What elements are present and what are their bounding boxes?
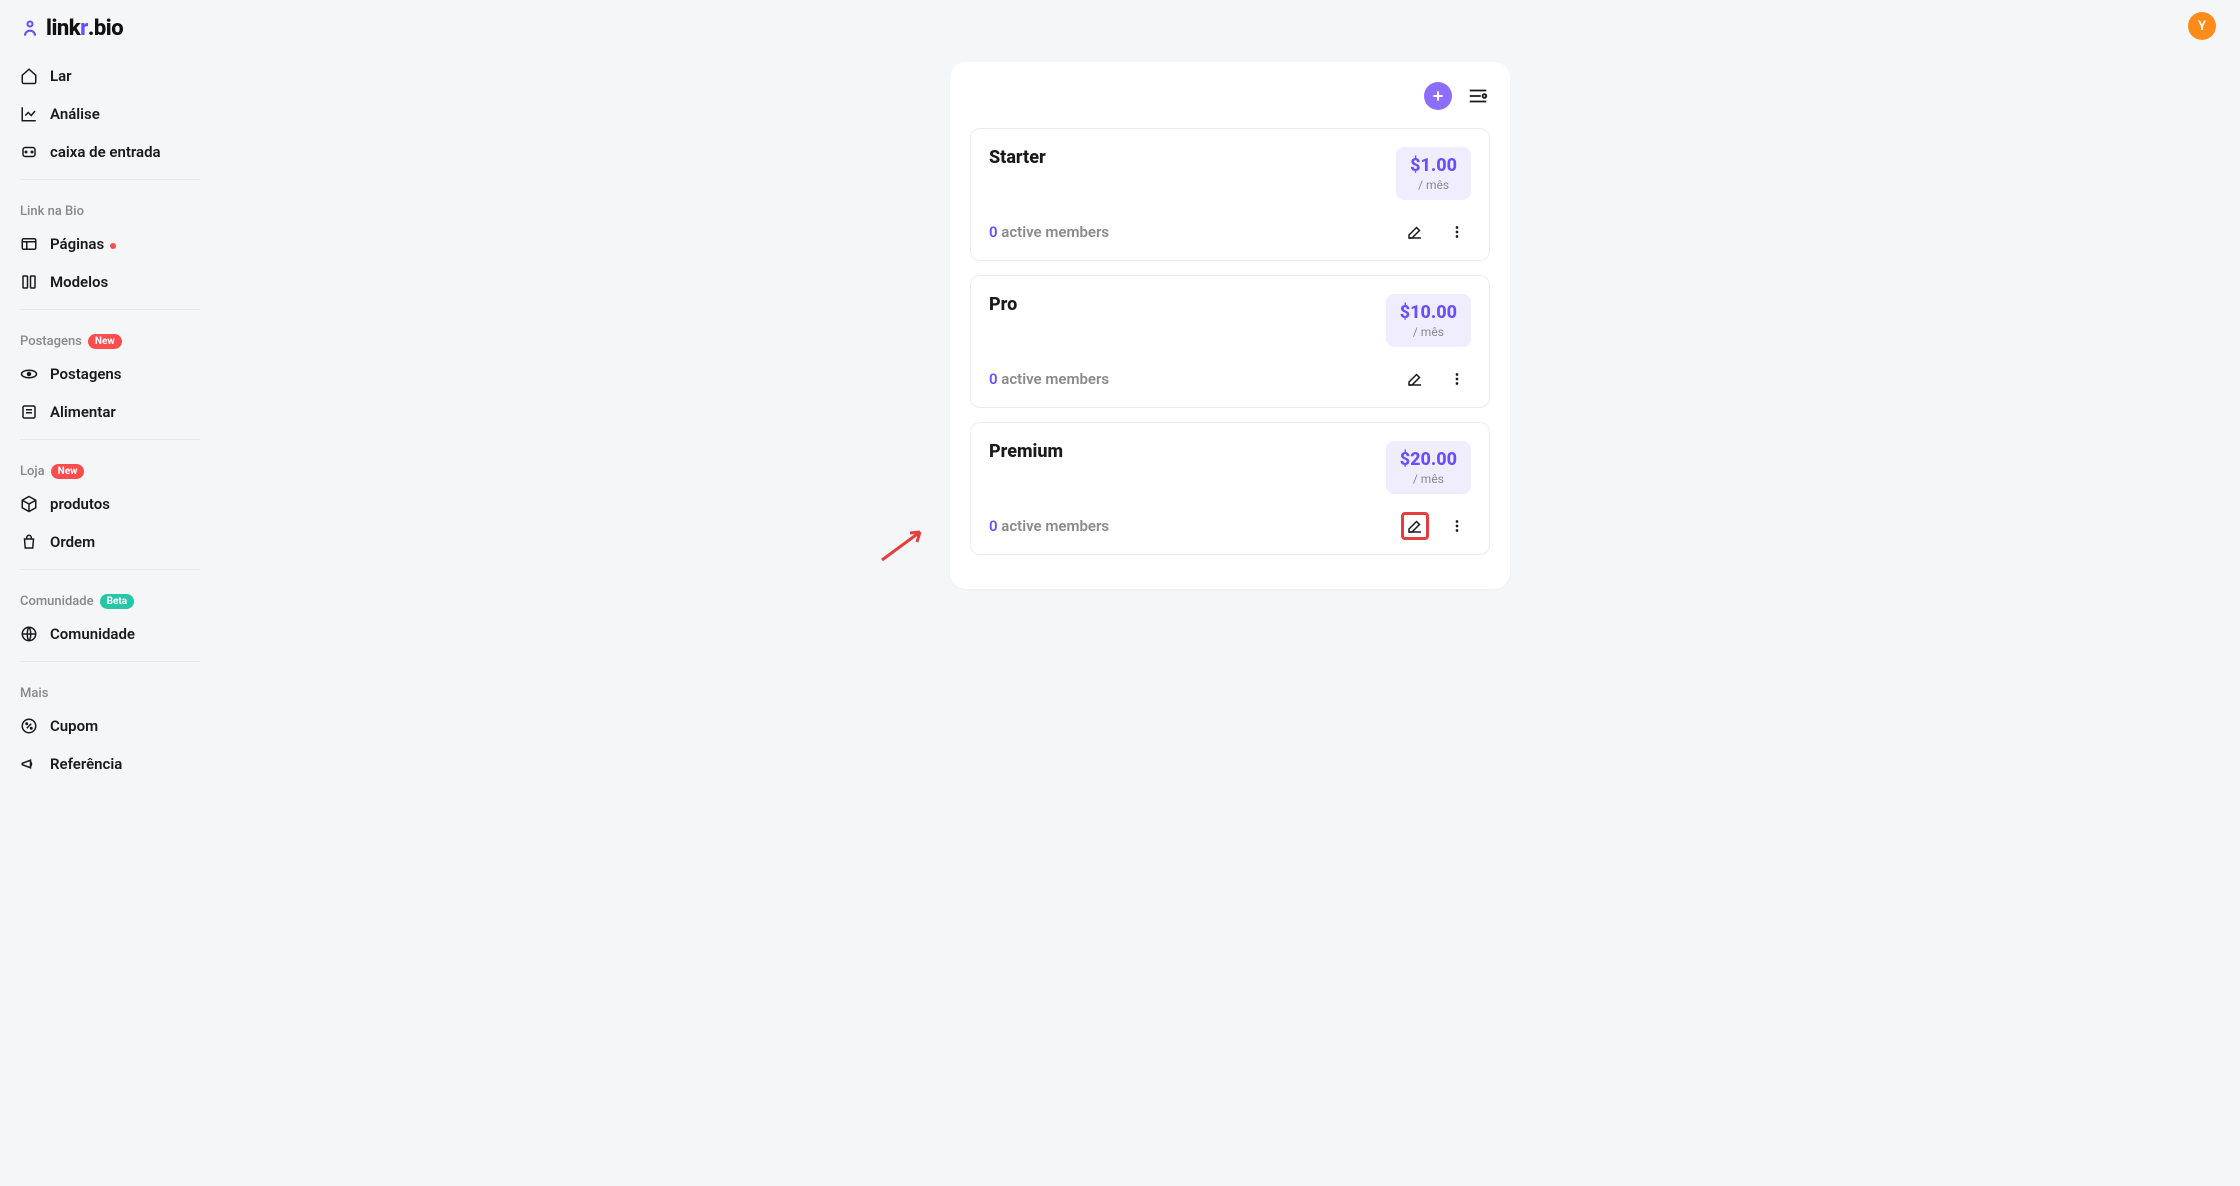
section-title: Mais	[20, 686, 48, 701]
nav-item-label: Comunidade	[50, 625, 200, 643]
members-count: 0 active members	[989, 517, 1109, 535]
page-icon	[20, 235, 38, 253]
content-area: Starter $1.00 / mês 0 active members Pro…	[220, 52, 2240, 1186]
tier-more-button[interactable]	[1443, 218, 1471, 246]
tier-period: / mês	[1410, 178, 1457, 192]
card-header	[970, 82, 1490, 110]
edit-tier-button[interactable]	[1401, 218, 1429, 246]
price-box: $10.00 / mês	[1386, 294, 1471, 347]
tier-period: / mês	[1400, 325, 1457, 339]
nav-item-label: Ordem	[50, 533, 200, 551]
nav-item-home[interactable]: Lar	[0, 57, 220, 95]
inbox-icon	[20, 143, 38, 161]
top-header: Y	[220, 0, 2240, 52]
chart-icon	[20, 105, 38, 123]
tier-price: $1.00	[1410, 155, 1457, 176]
tier-more-button[interactable]	[1443, 365, 1471, 393]
nav-item-label: Referência	[50, 755, 200, 773]
tier-row: Pro $10.00 / mês 0 active members	[970, 275, 1490, 408]
globe-icon	[20, 625, 38, 643]
price-box: $1.00 / mês	[1396, 147, 1471, 200]
section-header: Mais	[0, 670, 220, 707]
logo[interactable]: linkr.bio	[0, 16, 220, 57]
nav-item-bag[interactable]: Ordem	[0, 523, 220, 561]
nav-item-coupon[interactable]: Cupom	[0, 707, 220, 745]
tier-row: Premium $20.00 / mês 0 active members	[970, 422, 1490, 555]
nav-item-label: Alimentar	[50, 403, 200, 421]
tier-price: $20.00	[1400, 449, 1457, 470]
sidebar: linkr.bio Lar Análise caixa de entrada Link…	[0, 0, 220, 1186]
members-count: 0 active members	[989, 370, 1109, 388]
tiers-card: Starter $1.00 / mês 0 active members Pro…	[950, 62, 1510, 589]
section-title: Loja	[20, 464, 45, 479]
nav-item-page[interactable]: Páginas	[0, 225, 220, 263]
section-header: Link na Bio	[0, 188, 220, 225]
nav-item-label: Lar	[50, 67, 200, 85]
nav-item-feed[interactable]: Alimentar	[0, 393, 220, 431]
main-area: Y Starter $1.00 / mês 0 activ	[220, 0, 2240, 1186]
orbit-icon	[20, 365, 38, 383]
template-icon	[20, 273, 38, 291]
section-header: Postagens New	[0, 318, 220, 355]
tier-name: Premium	[989, 441, 1063, 462]
nav-item-label: Cupom	[50, 717, 200, 735]
nav-item-orbit[interactable]: Postagens	[0, 355, 220, 393]
tier-row: Starter $1.00 / mês 0 active members	[970, 128, 1490, 261]
badge: New	[88, 334, 122, 349]
price-box: $20.00 / mês	[1386, 441, 1471, 494]
coupon-icon	[20, 717, 38, 735]
badge: New	[51, 464, 85, 479]
tier-name: Pro	[989, 294, 1017, 315]
nav-item-inbox[interactable]: caixa de entrada	[0, 133, 220, 171]
nav-item-label: Páginas	[50, 235, 200, 253]
nav-item-template[interactable]: Modelos	[0, 263, 220, 301]
nav-item-label: produtos	[50, 495, 200, 513]
feed-icon	[20, 403, 38, 421]
section-title: Comunidade	[20, 594, 94, 609]
list-settings-button[interactable]	[1466, 84, 1490, 108]
tier-period: / mês	[1400, 472, 1457, 486]
megaphone-icon	[20, 755, 38, 773]
user-avatar[interactable]: Y	[2188, 12, 2216, 40]
edit-tier-button[interactable]	[1401, 365, 1429, 393]
nav-item-chart[interactable]: Análise	[0, 95, 220, 133]
nav-item-label: caixa de entrada	[50, 143, 200, 161]
home-icon	[20, 67, 38, 85]
section-header: Loja New	[0, 448, 220, 485]
add-tier-button[interactable]	[1424, 82, 1452, 110]
section-title: Postagens	[20, 334, 82, 349]
section-header: Comunidade Beta	[0, 578, 220, 615]
edit-tier-button[interactable]	[1401, 512, 1429, 540]
logo-icon	[20, 19, 40, 39]
nav-item-label: Análise	[50, 105, 200, 123]
nav-item-label: Modelos	[50, 273, 200, 291]
tier-price: $10.00	[1400, 302, 1457, 323]
section-title: Link na Bio	[20, 204, 84, 219]
members-count: 0 active members	[989, 223, 1109, 241]
nav-item-globe[interactable]: Comunidade	[0, 615, 220, 653]
nav-item-megaphone[interactable]: Referência	[0, 745, 220, 783]
nav-item-box[interactable]: produtos	[0, 485, 220, 523]
bag-icon	[20, 533, 38, 551]
tier-name: Starter	[989, 147, 1046, 168]
tier-more-button[interactable]	[1443, 512, 1471, 540]
nav-item-label: Postagens	[50, 365, 200, 383]
notification-dot	[110, 243, 116, 249]
badge: Beta	[100, 594, 135, 609]
box-icon	[20, 495, 38, 513]
